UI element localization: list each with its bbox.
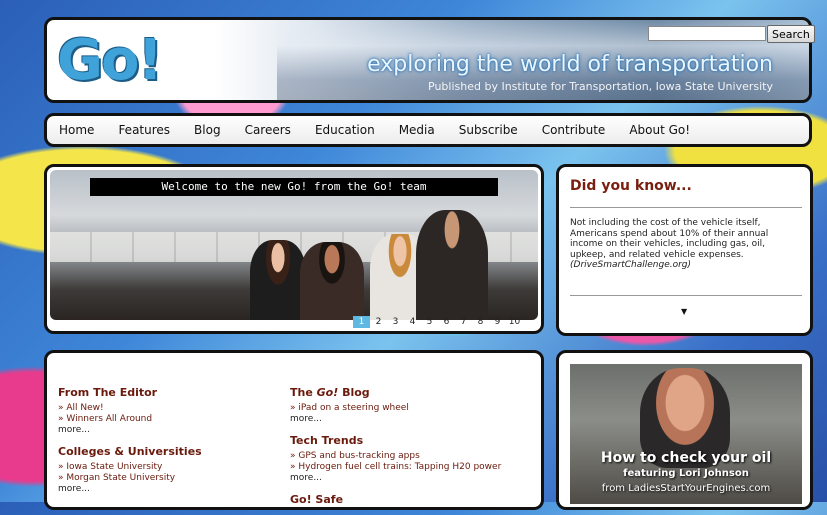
slide-caption: Welcome to the new Go! from the Go! team <box>90 178 498 196</box>
slide-page-2[interactable]: 2 <box>370 316 387 328</box>
heading-text: The <box>290 386 317 399</box>
slide-page-10[interactable]: 10 <box>506 316 523 328</box>
section-heading[interactable]: Colleges & Universities <box>58 445 273 458</box>
nav-item-contribute[interactable]: Contribute <box>530 123 618 137</box>
content-section: Colleges & Universities » Iowa State Univ… <box>58 445 273 495</box>
main-nav: Home Features Blog Careers Education Media Sub… <box>44 113 812 147</box>
search-input[interactable] <box>648 26 766 41</box>
section-heading[interactable]: Go! Safe <box>290 493 540 506</box>
slide-page-3[interactable]: 3 <box>387 316 404 328</box>
content-section: The Go! Blog » iPad on a steering wheel mo… <box>290 386 540 425</box>
search-button[interactable]: Search <box>767 25 815 43</box>
nav-item-about-go[interactable]: About Go! <box>617 123 702 137</box>
section-heading[interactable]: Tech Trends <box>290 434 540 447</box>
content-column-right: The Go! Blog» iPad on a steering wheel mo… <box>290 386 540 515</box>
article-link[interactable]: » Morgan State University <box>58 473 273 484</box>
content-column-left: From The Editor » All New!» Winners All A… <box>58 386 273 504</box>
fact-text: Not including the cost of the vehicle it… <box>570 218 769 260</box>
fact-source: (DriveSmartChallenge.org) <box>570 260 692 270</box>
slide-page-8[interactable]: 8 <box>472 316 489 328</box>
video-source: from LadiesStartYourEngines.com <box>601 483 771 494</box>
content-section: Tech Trends » GPS and bus-tracking apps» … <box>290 434 540 484</box>
video-featuring: featuring Lori Johnson <box>623 468 749 479</box>
person-1 <box>250 240 306 320</box>
slide-page-5[interactable]: 5 <box>421 316 438 328</box>
slideshow: Welcome to the new Go! from the Go! team… <box>44 164 544 334</box>
article-link[interactable]: » iPad on a steering wheel <box>290 403 540 414</box>
nav-item-blog[interactable]: Blog <box>182 123 233 137</box>
go-logo[interactable]: Go! <box>57 28 163 93</box>
article-link[interactable]: » GPS and bus-tracking apps <box>290 451 540 462</box>
article-link[interactable]: » Winners All Around <box>58 414 273 425</box>
site-tagline: exploring the world of transportation <box>367 52 773 77</box>
video-panel: How to check your oil featuring Lori Joh… <box>556 350 813 510</box>
triangle-down-icon[interactable]: ▼ <box>681 307 687 316</box>
nav-item-features[interactable]: Features <box>106 123 182 137</box>
nav-item-education[interactable]: Education <box>303 123 387 137</box>
slide-pager: 1 2 3 4 5 6 7 8 9 10 <box>353 316 523 328</box>
video-thumbnail[interactable]: How to check your oil featuring Lori Joh… <box>570 364 802 504</box>
did-you-know-panel: Did you know... Not including the cost o… <box>556 164 813 336</box>
more-link[interactable]: more... <box>290 473 540 484</box>
heading-text: Blog <box>338 386 370 399</box>
publisher-line: Published by Institute for Transportatio… <box>428 80 773 93</box>
more-link[interactable]: more... <box>58 425 273 436</box>
content-section: From The Editor » All New!» Winners All A… <box>58 386 273 436</box>
article-link[interactable]: » All New! <box>58 403 273 414</box>
slide-page-6[interactable]: 6 <box>438 316 455 328</box>
slide-page-9[interactable]: 9 <box>489 316 506 328</box>
slide-page-7[interactable]: 7 <box>455 316 472 328</box>
section-heading[interactable]: From The Editor <box>58 386 273 399</box>
slide-page-4[interactable]: 4 <box>404 316 421 328</box>
slide-page-1[interactable]: 1 <box>353 316 370 328</box>
article-link[interactable]: » Iowa State University <box>58 462 273 473</box>
nav-item-media[interactable]: Media <box>387 123 447 137</box>
person-2 <box>300 242 364 320</box>
video-title: How to check your oil <box>600 450 772 466</box>
nav-item-careers[interactable]: Careers <box>233 123 303 137</box>
more-link[interactable]: more... <box>290 414 540 425</box>
divider <box>570 295 802 296</box>
divider <box>570 207 802 208</box>
did-you-know-title: Did you know... <box>570 178 692 194</box>
nav-item-subscribe[interactable]: Subscribe <box>447 123 530 137</box>
nav-item-home[interactable]: Home <box>47 123 106 137</box>
article-link[interactable]: » Hydrogen fuel cell trains: Tapping H20… <box>290 462 540 473</box>
heading-text: Go! <box>316 386 339 399</box>
did-you-know-text: Not including the cost of the vehicle it… <box>570 218 802 271</box>
content-panel: From The Editor » All New!» Winners All A… <box>44 350 544 510</box>
person-4 <box>416 210 488 320</box>
more-link[interactable]: more... <box>58 484 273 495</box>
slide-photo[interactable]: Welcome to the new Go! from the Go! team <box>50 170 538 320</box>
content-section: Go! Safe <box>290 493 540 506</box>
section-heading[interactable]: The Go! Blog <box>290 386 540 399</box>
